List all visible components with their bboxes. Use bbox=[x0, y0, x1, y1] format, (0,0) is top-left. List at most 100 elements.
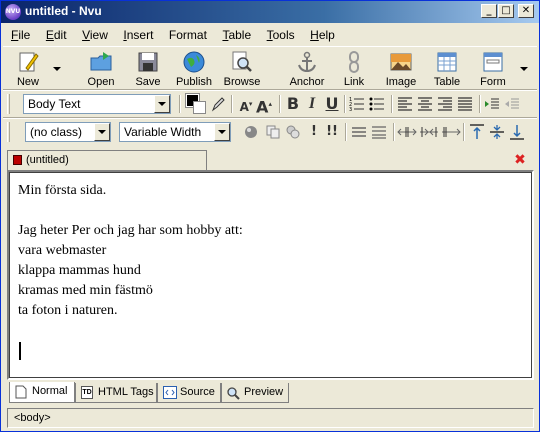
bulleted-list-icon[interactable] bbox=[369, 96, 385, 112]
image-button[interactable]: Image bbox=[378, 49, 424, 91]
status-tag-path[interactable]: <body> bbox=[14, 412, 51, 424]
tab-preview[interactable]: Preview bbox=[221, 383, 289, 403]
toolbar-divider bbox=[479, 95, 481, 113]
outdent-icon[interactable] bbox=[504, 96, 520, 112]
close-tab-icon[interactable]: ✖ bbox=[513, 153, 527, 167]
menu-tools[interactable]: Tools bbox=[261, 25, 301, 42]
window-title: untitled - Nvu bbox=[25, 4, 102, 18]
format-toolbar-2: (no class) Variable Width ! !! bbox=[3, 119, 537, 145]
save-label: Save bbox=[135, 76, 161, 88]
title-bar[interactable]: NVU untitled - Nvu _ □ ✕ bbox=[1, 1, 539, 23]
text-color-picker[interactable] bbox=[185, 93, 206, 114]
toolbar-divider bbox=[344, 95, 346, 113]
link-label: Link bbox=[343, 76, 365, 88]
important-button[interactable]: ! bbox=[305, 123, 323, 141]
bold-button[interactable]: B bbox=[284, 95, 302, 113]
highlight-pen-icon[interactable] bbox=[211, 96, 225, 112]
tab-normal[interactable]: Normal bbox=[9, 382, 75, 403]
smaller-text-button[interactable]: A▾ bbox=[237, 95, 255, 114]
word-spacing-icon[interactable] bbox=[441, 124, 461, 140]
align-bottom-icon[interactable] bbox=[509, 124, 525, 140]
menu-file[interactable]: File bbox=[5, 25, 36, 42]
browse-button[interactable]: Browse bbox=[219, 49, 265, 91]
toolbar-divider bbox=[231, 95, 233, 113]
italic-button[interactable]: I bbox=[303, 95, 321, 113]
new-button[interactable]: New bbox=[5, 49, 51, 91]
minimize-button[interactable]: _ bbox=[481, 4, 497, 18]
td-tag-icon: TD bbox=[81, 386, 93, 399]
editor-line: klappa mammas hund bbox=[18, 263, 141, 278]
numbered-list-icon[interactable]: 123 bbox=[349, 96, 365, 112]
table-button[interactable]: Table bbox=[424, 49, 470, 91]
font-select[interactable]: Variable Width bbox=[119, 122, 231, 142]
align-middle-icon[interactable] bbox=[489, 124, 505, 140]
align-top-icon[interactable] bbox=[469, 124, 485, 140]
browse-label: Browse bbox=[223, 76, 261, 88]
toolbar-divider bbox=[391, 95, 393, 113]
nvu-window: NVU untitled - Nvu _ □ ✕ File Edit View … bbox=[0, 0, 540, 432]
tab-source[interactable]: Source bbox=[157, 383, 221, 403]
new-page-icon bbox=[19, 52, 39, 72]
toolbar-divider bbox=[179, 95, 181, 113]
toolbar-grip[interactable] bbox=[7, 122, 10, 142]
form-icon bbox=[483, 52, 503, 72]
editor-line: kramas med min fästmö bbox=[18, 283, 153, 298]
menu-table[interactable]: Table bbox=[216, 25, 257, 42]
editor-content[interactable]: Min första sida. Jag heter Per och jag h… bbox=[18, 181, 243, 321]
link-button[interactable]: Link bbox=[331, 49, 377, 91]
menu-format[interactable]: Format bbox=[163, 25, 213, 42]
toolbar-divider bbox=[345, 123, 347, 141]
maximize-button[interactable]: □ bbox=[498, 4, 514, 18]
important-double-button[interactable]: !! bbox=[323, 123, 341, 141]
toolbar-grip[interactable] bbox=[7, 94, 10, 114]
line-height-icon[interactable] bbox=[351, 124, 367, 140]
form-button[interactable]: Form bbox=[470, 49, 516, 91]
anchor-button[interactable]: Anchor bbox=[284, 49, 330, 91]
align-right-icon[interactable] bbox=[437, 96, 453, 112]
menu-view[interactable]: View bbox=[76, 25, 114, 42]
svg-text:3: 3 bbox=[349, 107, 352, 112]
save-button[interactable]: Save bbox=[125, 49, 171, 91]
open-button[interactable]: Open bbox=[78, 49, 124, 91]
larger-text-button[interactable]: A▴ bbox=[255, 95, 273, 116]
chevron-down-icon[interactable] bbox=[154, 95, 170, 113]
paragraph-format-select[interactable]: Body Text bbox=[23, 94, 171, 114]
underline-button[interactable]: U bbox=[323, 95, 341, 113]
chevron-down-icon[interactable] bbox=[94, 123, 110, 141]
align-left-icon[interactable] bbox=[397, 96, 413, 112]
table-label: Table bbox=[433, 76, 461, 88]
line-spacing-icon[interactable] bbox=[371, 124, 387, 140]
editor-area[interactable]: Min första sida. Jag heter Per och jag h… bbox=[7, 170, 534, 380]
form-dropdown-arrow[interactable] bbox=[520, 67, 528, 71]
toolbar-divider bbox=[279, 95, 281, 113]
class-select-value: (no class) bbox=[30, 125, 83, 139]
justify-icon[interactable] bbox=[457, 96, 473, 112]
page-icon bbox=[15, 385, 27, 399]
new-dropdown-arrow[interactable] bbox=[53, 67, 61, 71]
table-grid-icon bbox=[437, 52, 457, 72]
new-label: New bbox=[16, 76, 39, 88]
tab-untitled[interactable]: (untitled) bbox=[7, 150, 207, 170]
copy-style-icon[interactable] bbox=[265, 124, 281, 140]
publish-button[interactable]: Publish bbox=[171, 49, 217, 91]
image-label: Image bbox=[385, 76, 417, 88]
indent-icon[interactable] bbox=[484, 96, 500, 112]
letter-spacing-decrease-icon[interactable] bbox=[397, 124, 417, 140]
layer-icon[interactable] bbox=[285, 124, 301, 140]
nvu-app-icon[interactable]: NVU bbox=[5, 4, 21, 20]
text-caret bbox=[19, 342, 21, 360]
paragraph-format-value: Body Text bbox=[28, 97, 81, 111]
tab-html-tags[interactable]: TD HTML Tags bbox=[75, 383, 157, 403]
close-button[interactable]: ✕ bbox=[518, 4, 534, 18]
align-center-icon[interactable] bbox=[417, 96, 433, 112]
letter-spacing-increase-icon[interactable] bbox=[419, 124, 439, 140]
menu-insert[interactable]: Insert bbox=[117, 25, 159, 42]
style-palette-icon[interactable] bbox=[243, 124, 259, 140]
form-label: Form bbox=[480, 76, 506, 88]
class-select[interactable]: (no class) bbox=[25, 122, 111, 142]
menu-edit[interactable]: Edit bbox=[40, 25, 73, 42]
anchor-label: Anchor bbox=[289, 76, 325, 88]
font-select-value: Variable Width bbox=[124, 125, 202, 139]
chevron-down-icon[interactable] bbox=[214, 123, 230, 141]
menu-help[interactable]: Help bbox=[304, 25, 341, 42]
